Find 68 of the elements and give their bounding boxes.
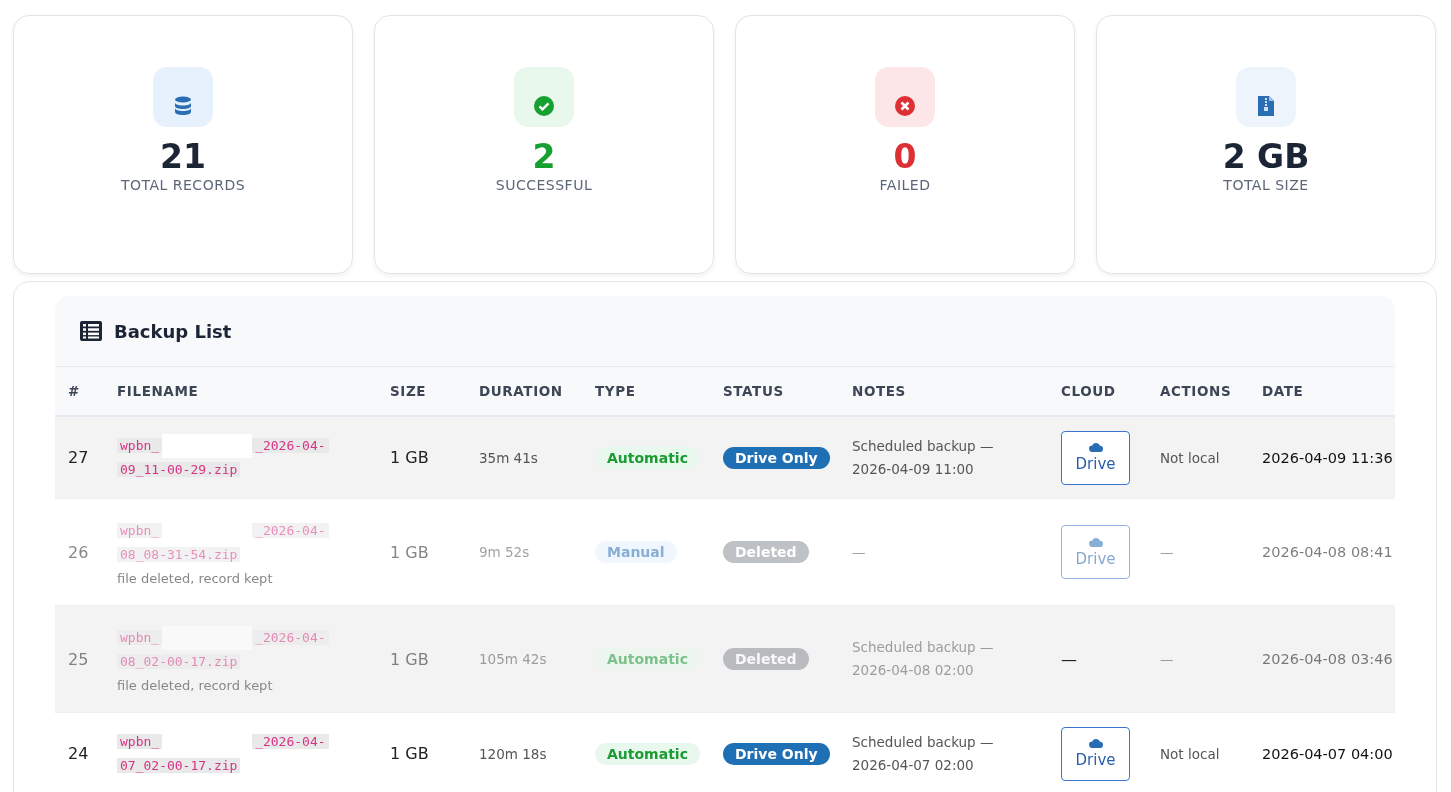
zip-file-icon: [1258, 96, 1274, 116]
database-icon: [174, 96, 192, 116]
type-badge: Manual: [595, 541, 677, 563]
duration-cell-text: 9m 52s: [479, 544, 531, 560]
stat-label: SUCCESSFUL: [495, 177, 593, 193]
row-number: 26: [67, 542, 90, 562]
stat-label: TOTAL RECORDS: [120, 177, 246, 193]
drive-button[interactable]: Drive: [1061, 726, 1130, 781]
stat-label: FAILED: [879, 177, 931, 193]
type-badge: Automatic: [595, 446, 700, 469]
row-number: 24: [67, 744, 90, 763]
status-badge: Deleted: [723, 648, 809, 670]
filename: wpbn_ _2026-04- 07_02-00-17.zip: [117, 729, 329, 778]
type-badge: Automatic: [595, 648, 700, 670]
drive-button[interactable]: Drive: [1061, 430, 1130, 485]
actions-cell-text: —: [1160, 651, 1175, 667]
row-number: 25: [67, 649, 90, 669]
date-cell-text: 2026-04-09 11:36: [1262, 449, 1394, 466]
size-cell-text: 1 GB: [390, 542, 430, 562]
column-header: DURATION: [479, 383, 564, 399]
filename: wpbn_ _2026-04- 09_11-00-29.zip: [117, 433, 329, 482]
status-badge: Drive Only: [723, 446, 830, 469]
actions-cell-text: Not local: [1160, 449, 1221, 466]
status-badge: Deleted: [723, 541, 809, 563]
column-header: NOTES: [852, 383, 907, 399]
deleted-note: file deleted, record kept: [117, 570, 273, 586]
date-cell-text: 2026-04-08 03:46: [1262, 651, 1394, 667]
type-badge: Automatic: [595, 742, 700, 765]
list-icon: [80, 321, 102, 341]
row-number: 27: [67, 448, 90, 467]
date-cell-text: 2026-04-07 04:00: [1262, 745, 1394, 762]
column-header: TYPE: [595, 383, 637, 399]
size-cell-text: 1 GB: [390, 744, 430, 763]
column-header: FILENAME: [117, 383, 200, 399]
duration-cell-text: 120m 18s: [479, 745, 548, 762]
cloud-icon: [1088, 442, 1103, 452]
column-header: CLOUD: [1061, 383, 1117, 399]
actions-cell-text: Not local: [1160, 745, 1221, 762]
deleted-note: file deleted, record kept: [117, 677, 273, 693]
date-cell-text: 2026-04-08 08:41: [1262, 544, 1394, 560]
panel-title: Backup List: [114, 320, 232, 342]
notes-cell-text: Scheduled backup — 2026-04-07 02:00: [852, 732, 995, 775]
stat-value: 2 GB: [1222, 137, 1310, 177]
stat-value: 2: [532, 137, 556, 177]
notes-cell-text: —: [852, 542, 867, 562]
check-circle-icon: [534, 96, 554, 116]
stat-value: 0: [893, 137, 917, 177]
stat-value: 21: [160, 137, 206, 177]
column-header: #: [67, 383, 81, 399]
column-header: SIZE: [390, 383, 428, 399]
size-cell-text: 1 GB: [390, 649, 430, 669]
filename: wpbn_ _2026-04- 08_02-00-17.zip: [117, 625, 329, 674]
notes-cell-text: Scheduled backup — 2026-04-09 11:00: [852, 436, 995, 479]
duration-cell-text: 35m 41s: [479, 449, 539, 466]
status-badge: Drive Only: [723, 742, 830, 765]
column-header: DATE: [1262, 383, 1305, 399]
cloud-icon: [1088, 738, 1103, 748]
stat-label: TOTAL SIZE: [1223, 177, 1309, 193]
size-cell-text: 1 GB: [390, 448, 430, 467]
notes-cell-text: Scheduled backup — 2026-04-08 02:00: [852, 638, 995, 680]
column-header: ACTIONS: [1160, 383, 1233, 399]
x-circle-icon: [895, 96, 915, 116]
cloud-cell: —: [1061, 649, 1077, 669]
cloud-icon: [1088, 536, 1103, 547]
filename: wpbn_ _2026-04- 08_08-31-54.zip: [117, 518, 329, 567]
duration-cell-text: 105m 42s: [479, 651, 548, 667]
actions-cell-text: —: [1160, 544, 1175, 560]
column-header: STATUS: [723, 383, 785, 399]
